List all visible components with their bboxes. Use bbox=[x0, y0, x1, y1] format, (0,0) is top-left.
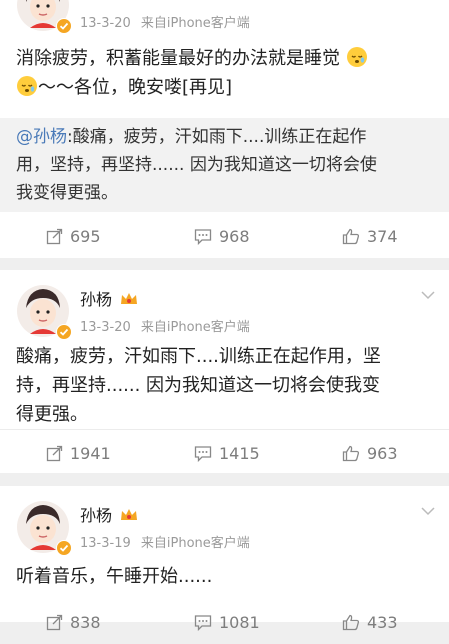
post-content-line: ～～各位，晚安喽[再见] bbox=[38, 77, 233, 98]
post-source[interactable]: 来自iPhone客户端 bbox=[141, 536, 250, 551]
post-source[interactable]: 来自iPhone客户端 bbox=[141, 16, 250, 31]
author-name[interactable]: 孙杨 bbox=[80, 502, 138, 526]
author-name[interactable]: 孙杨 bbox=[80, 286, 138, 310]
avatar[interactable] bbox=[16, 284, 72, 340]
repost-button[interactable]: 1941 bbox=[46, 431, 111, 475]
like-count: 963 bbox=[367, 443, 398, 463]
post-1: 13-3-20 来自iPhone客户端 消除疲劳，积蓄能量最好的办法就是睡觉 ～… bbox=[0, 0, 449, 258]
post-content-line: 消除疲劳，积蓄能量最好的办法就是睡觉 bbox=[16, 48, 340, 69]
repost-icon bbox=[46, 228, 63, 244]
post-content: 听着音乐，午睡开始...... bbox=[16, 562, 437, 591]
post-3: 孙杨 13-3-19 来自iPhone客户端 听着音乐，午睡开始...... 8… bbox=[0, 486, 449, 632]
comment-count: 1081 bbox=[219, 612, 260, 632]
comment-icon bbox=[194, 228, 212, 245]
post-content: 消除疲劳，积蓄能量最好的办法就是睡觉 ～～各位，晚安喽[再见] bbox=[16, 44, 437, 102]
like-count: 374 bbox=[367, 226, 398, 246]
post-meta: 13-3-19 来自iPhone客户端 bbox=[80, 532, 250, 551]
sleepy-emoji-icon bbox=[17, 76, 37, 96]
post-2: 孙杨 13-3-20 来自iPhone客户端 酸痛，疲劳，汗如雨下....训练正… bbox=[0, 270, 449, 473]
like-icon bbox=[342, 228, 360, 244]
like-button[interactable]: 433 bbox=[342, 600, 398, 644]
author-name-text: 孙杨 bbox=[80, 290, 113, 309]
sleepy-emoji-icon bbox=[346, 47, 367, 67]
quote-line: 用，坚持，再坚持...... 因为我知道这一切将会使 bbox=[16, 155, 377, 175]
post-meta: 13-3-20 来自iPhone客户端 bbox=[80, 12, 250, 31]
repost-button[interactable]: 838 bbox=[46, 600, 101, 644]
post-content: 酸痛，疲劳，汗如雨下....训练正在起作用，坚 持，再坚持...... 因为我知… bbox=[16, 342, 437, 429]
like-button[interactable]: 963 bbox=[342, 431, 398, 475]
verified-badge-icon bbox=[56, 324, 72, 340]
post-actions: 695 968 374 bbox=[0, 214, 449, 258]
post-actions: 1941 1415 963 bbox=[0, 431, 449, 475]
chevron-down-icon[interactable] bbox=[421, 506, 435, 516]
like-icon bbox=[342, 614, 360, 630]
verified-badge-icon bbox=[56, 18, 72, 34]
post-content-line: 持，再坚持...... 因为我知道这一切将会使我变 bbox=[16, 375, 381, 396]
post-time: 13-3-20 bbox=[80, 320, 131, 335]
repost-quote[interactable]: @孙杨:酸痛，疲劳，汗如雨下....训练正在起作 用，坚持，再坚持...... … bbox=[0, 118, 449, 212]
verified-badge-icon bbox=[56, 540, 72, 556]
repost-count: 1941 bbox=[70, 443, 111, 463]
post-actions: 838 1081 433 bbox=[0, 600, 449, 644]
repost-icon bbox=[46, 614, 63, 630]
comment-icon bbox=[194, 445, 212, 462]
repost-count: 695 bbox=[70, 226, 101, 246]
post-source[interactable]: 来自iPhone客户端 bbox=[141, 320, 250, 335]
quote-line: :酸痛，疲劳，汗如雨下....训练正在起作 bbox=[67, 127, 367, 147]
like-icon bbox=[342, 445, 360, 461]
comment-button[interactable]: 968 bbox=[194, 214, 250, 258]
comment-count: 968 bbox=[219, 226, 250, 246]
crown-icon bbox=[121, 293, 138, 304]
author-name-text: 孙杨 bbox=[80, 506, 113, 525]
repost-icon bbox=[46, 445, 63, 461]
divider bbox=[0, 429, 449, 430]
avatar[interactable] bbox=[16, 0, 72, 34]
quote-text: @孙杨:酸痛，疲劳，汗如雨下....训练正在起作 用，坚持，再坚持...... … bbox=[16, 123, 437, 207]
repost-button[interactable]: 695 bbox=[46, 214, 101, 258]
post-time: 13-3-20 bbox=[80, 16, 131, 31]
comment-button[interactable]: 1081 bbox=[194, 600, 260, 644]
post-content-line: 酸痛，疲劳，汗如雨下....训练正在起作用，坚 bbox=[16, 346, 381, 367]
comment-button[interactable]: 1415 bbox=[194, 431, 260, 475]
chevron-down-icon[interactable] bbox=[421, 290, 435, 300]
quote-line: 我变得更强。 bbox=[16, 183, 118, 203]
repost-count: 838 bbox=[70, 612, 101, 632]
like-button[interactable]: 374 bbox=[342, 214, 398, 258]
post-content-line: 得更强。 bbox=[16, 404, 88, 425]
post-time: 13-3-19 bbox=[80, 536, 131, 551]
like-count: 433 bbox=[367, 612, 398, 632]
crown-icon bbox=[121, 509, 138, 520]
mention-link[interactable]: @孙杨 bbox=[16, 127, 67, 147]
post-meta: 13-3-20 来自iPhone客户端 bbox=[80, 316, 250, 335]
avatar[interactable] bbox=[16, 500, 72, 556]
comment-icon bbox=[194, 614, 212, 631]
post-content-line: 听着音乐，午睡开始...... bbox=[16, 566, 213, 587]
comment-count: 1415 bbox=[219, 443, 260, 463]
